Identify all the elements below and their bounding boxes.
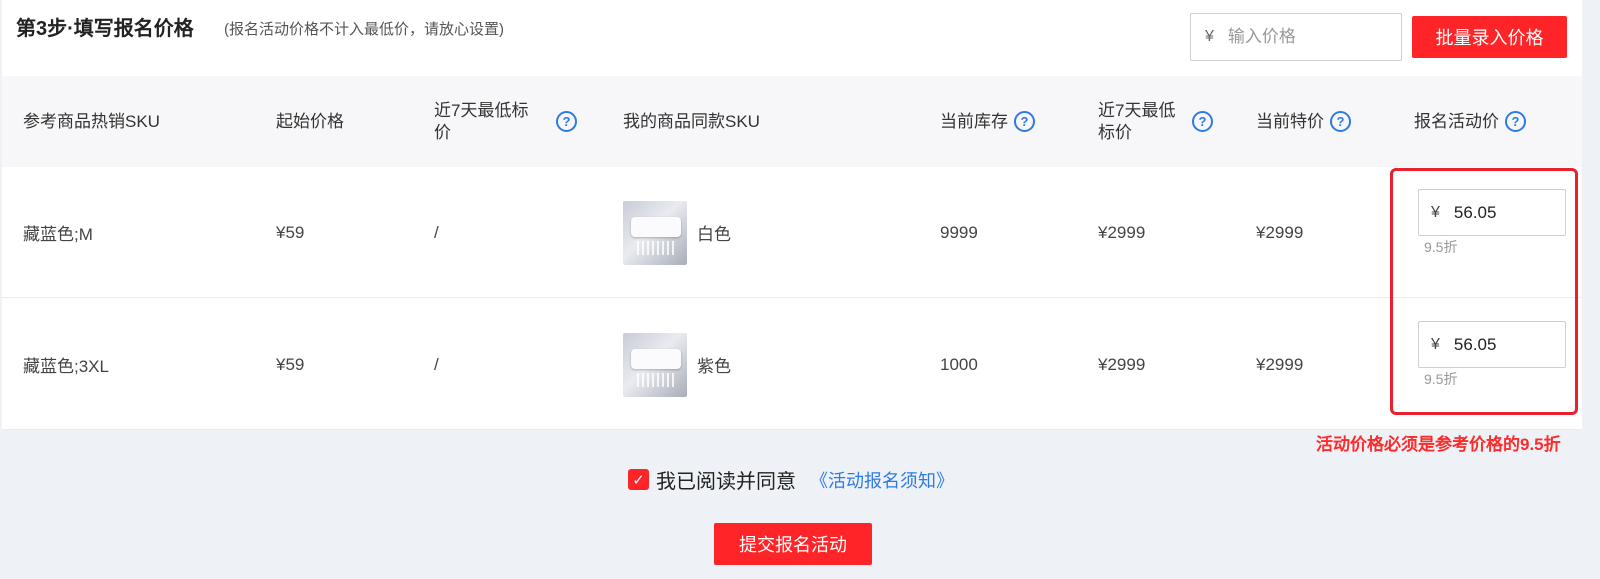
column-header-ref-sku: 参考商品热销SKU [23, 76, 223, 167]
batch-price-field[interactable]: ¥ [1190, 13, 1402, 61]
currency-symbol: ¥ [1431, 203, 1440, 221]
ref-sku-cell: 藏蓝色;3XL [23, 357, 109, 376]
help-icon[interactable]: ? [1192, 111, 1213, 132]
air-conditioner-image [623, 332, 687, 397]
activity-price-input[interactable] [1453, 202, 1554, 223]
current-special-cell: ¥2999 [1256, 222, 1304, 242]
column-header-start-price: 起始价格 [276, 76, 396, 167]
my-sku-label: 紫色 [697, 357, 731, 376]
price-warning: 活动价格必须是参考价格的9.5折 [1316, 435, 1561, 454]
my-sku-cell: 白色 [623, 167, 731, 298]
column-header-label: 当前库存 [940, 111, 1008, 131]
column-header-current-special: 当前特价 ? [1256, 76, 1396, 167]
help-icon[interactable]: ? [1505, 111, 1526, 132]
column-header-lowest-price-7d: 近7天最低标价 ? [1098, 76, 1238, 167]
my-sku-label: 白色 [697, 225, 731, 244]
step-note: (报名活动价格不计入最低价，请放心设置) [224, 21, 504, 38]
column-header-label: 当前特价 [1256, 111, 1324, 131]
table-row: 藏蓝色;M ¥59 / 白色 9999 ¥2999 ¥2999 [2, 167, 1582, 298]
table-row: 藏蓝色;3XL ¥59 / 紫色 1000 ¥2999 ¥2999 [2, 299, 1582, 430]
column-header-my-sku: 我的商品同款SKU [623, 76, 823, 167]
activity-price-input[interactable] [1453, 334, 1554, 355]
air-conditioner-image [623, 200, 687, 265]
agreement-row: ✓ 我已阅读并同意 《活动报名须知》 [628, 465, 954, 494]
help-icon[interactable]: ? [1014, 111, 1035, 132]
column-header-label: 报名活动价 [1414, 111, 1499, 131]
batch-enter-price-button[interactable]: 批量录入价格 [1412, 16, 1567, 58]
start-price-cell: ¥59 [276, 354, 305, 374]
my-sku-cell: 紫色 [623, 299, 731, 430]
stock-cell: 9999 [940, 222, 978, 242]
submit-registration-button[interactable]: 提交报名活动 [714, 523, 872, 565]
help-icon[interactable]: ? [556, 111, 577, 132]
lowest-price-cell: ¥2999 [1098, 222, 1146, 242]
start-price-cell: ¥59 [276, 222, 305, 242]
discount-label: 9.5折 [1424, 239, 1458, 255]
discount-label: 9.5折 [1424, 371, 1458, 387]
batch-price-input[interactable] [1227, 27, 1378, 47]
lowest-price-cell: ¥2999 [1098, 354, 1146, 374]
help-icon[interactable]: ? [1330, 111, 1351, 132]
currency-symbol: ¥ [1205, 28, 1214, 45]
activity-notice-link[interactable]: 《活动报名须知》 [810, 467, 954, 493]
lowest-7d-cell: / [434, 354, 439, 374]
agree-text: 我已阅读并同意 [656, 471, 796, 493]
activity-price-field[interactable]: ¥ [1418, 321, 1566, 368]
column-header-label: 起始价格 [276, 111, 344, 131]
column-header-activity-price: 报名活动价 ? [1414, 76, 1564, 167]
lowest-7d-cell: / [434, 222, 439, 242]
ref-sku-cell: 藏蓝色;M [23, 225, 93, 244]
column-header-label: 近7天最低标价 [1098, 100, 1176, 142]
stock-cell: 1000 [940, 354, 978, 374]
agree-checkbox[interactable]: ✓ [628, 469, 649, 490]
column-header-label: 参考商品热销SKU [23, 111, 160, 131]
currency-symbol: ¥ [1431, 335, 1440, 353]
column-header-lowest-7d: 近7天最低标价 ? [434, 76, 594, 167]
activity-price-field[interactable]: ¥ [1418, 189, 1566, 236]
page-title: 第3步·填写报名价格 [16, 18, 194, 40]
column-header-label: 近7天最低标价 [434, 100, 529, 142]
column-header-stock: 当前库存 ? [940, 76, 1080, 167]
column-header-label: 我的商品同款SKU [623, 111, 760, 131]
table-header: 参考商品热销SKU 起始价格 近7天最低标价 ? 我的商品同款SKU 当前库存 … [2, 76, 1582, 167]
current-special-cell: ¥2999 [1256, 354, 1304, 374]
